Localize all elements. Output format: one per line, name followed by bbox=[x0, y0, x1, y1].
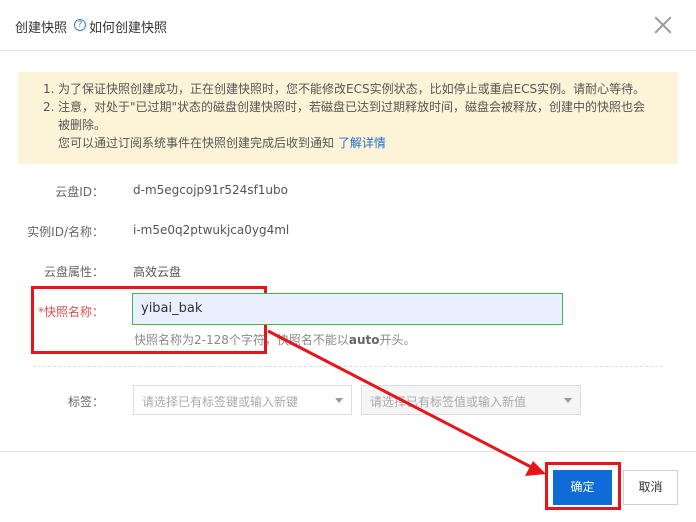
confirm-button[interactable]: 确定 bbox=[553, 470, 612, 505]
annotation-arrow bbox=[267, 329, 546, 476]
cancel-button[interactable]: 取消 bbox=[623, 470, 678, 505]
